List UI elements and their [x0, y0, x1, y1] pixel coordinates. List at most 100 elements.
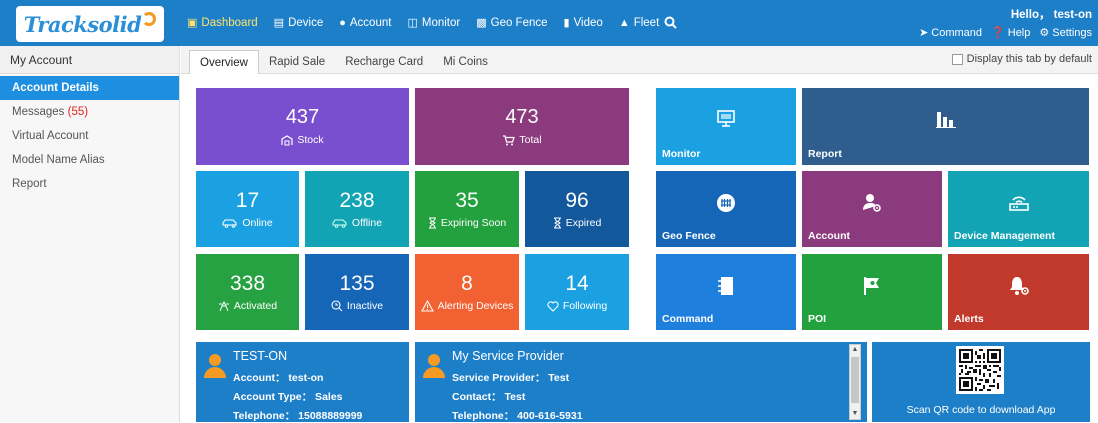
warehouse-icon [281, 134, 293, 145]
scroll-thumb[interactable] [851, 357, 859, 403]
nav-label: Device [288, 17, 324, 29]
search-icon [664, 16, 677, 29]
report-shortcut[interactable]: Report [802, 88, 1089, 165]
stock-label-row: Stock [196, 134, 409, 146]
poi-shortcut[interactable]: POI [802, 254, 942, 330]
sidebar-item-account-details[interactable]: Account Details [0, 76, 179, 100]
sidebar-item-label: Account Details [12, 82, 99, 94]
tab-rapid-sale[interactable]: Rapid Sale [259, 50, 335, 74]
nav-monitor[interactable]: ◫ Monitor [400, 14, 467, 32]
car-off-icon [332, 219, 347, 228]
monitor-icon-wrap [656, 110, 796, 134]
provider-scrollbar[interactable]: ▲ ▼ [849, 344, 861, 420]
tab-mi-coins[interactable]: Mi Coins [433, 50, 498, 74]
user-gear-icon [863, 194, 881, 212]
nav-label: Monitor [421, 17, 461, 29]
nav-account[interactable]: ● Account [332, 14, 398, 32]
tab-recharge-card[interactable]: Recharge Card [335, 50, 433, 74]
account-label: Account [808, 230, 850, 242]
car-icon: ▲ [618, 16, 630, 29]
cart-icon [503, 134, 516, 145]
scroll-down-icon[interactable]: ▼ [850, 409, 860, 419]
alerts-icon-wrap [948, 276, 1089, 302]
default-tab-checkbox[interactable] [951, 53, 963, 65]
send-icon: ➤ [919, 27, 929, 39]
geofence-icon [717, 194, 735, 212]
help-link[interactable]: ❓ Help [991, 26, 1030, 40]
command-link[interactable]: ➤ Command [919, 26, 983, 40]
account-name: TEST-ON [233, 349, 288, 363]
avatar [204, 354, 226, 378]
logo-text: Tracksolid [23, 11, 142, 37]
scroll-up-icon[interactable]: ▲ [850, 345, 860, 355]
sidebar-item-model-name-alias[interactable]: Model Name Alias [0, 148, 179, 172]
flag-icon [864, 277, 879, 295]
poi-label: POI [808, 313, 827, 325]
provider-telephone: Telephone： 400-616-5931 [452, 410, 583, 422]
nav-device[interactable]: ▤ Device [267, 14, 331, 32]
service-provider: Service Provider： Test [452, 372, 570, 384]
geo-fence-shortcut[interactable]: Geo Fence [656, 171, 796, 247]
total-tile[interactable]: 473 Total [415, 88, 629, 165]
account-id: Account： test-on [233, 372, 324, 384]
alerts-label: Alerts [954, 313, 984, 325]
offline-label: Offline [351, 217, 383, 229]
expiring-soon-tile[interactable]: 35 Expiring Soon [415, 171, 519, 247]
messages-count-badge: (55) [67, 106, 89, 118]
account-type: Account Type： Sales [233, 391, 343, 403]
settings-link[interactable]: ⚙ Settings [1039, 26, 1092, 40]
logo-swirl-icon [142, 12, 157, 26]
command-label: Command [662, 313, 714, 325]
gear-icon: ⚙ [1039, 27, 1050, 39]
default-tab-label: Display this tab by default [966, 53, 1092, 65]
total-label: Total [519, 134, 542, 146]
stock-tile[interactable]: 437 Stock [196, 88, 409, 165]
device-icon: ▤ [273, 16, 285, 29]
online-label-row: Online [196, 217, 299, 229]
command-shortcut[interactable]: Command [656, 254, 796, 330]
expired-label-row: Expired [525, 217, 629, 229]
search-button[interactable] [660, 12, 680, 32]
qr-caption: Scan QR code to download App [906, 404, 1056, 416]
nav-fleet[interactable]: ▲ Fleet [612, 14, 666, 32]
tracksolid-logo[interactable]: Tracksolid [16, 6, 164, 42]
help-icon: ❓ [991, 27, 1005, 39]
stock-value: 437 [285, 106, 320, 128]
expired-value: 96 [565, 189, 589, 212]
tab-overview[interactable]: Overview [189, 50, 259, 74]
default-tab-option: Display this tab by default [951, 53, 1092, 65]
sidebar-item-messages[interactable]: Messages (55) [0, 100, 179, 124]
offline-tile[interactable]: 238 Offline [305, 171, 409, 247]
geofence-icon-wrap [656, 193, 796, 219]
geofence-icon: ▩ [476, 16, 487, 29]
nav-dashboard[interactable]: ▣ Dashboard [180, 14, 265, 32]
nav-geo-fence[interactable]: ▩ Geo Fence [469, 14, 554, 32]
bar-chart-icon [935, 112, 956, 128]
activated-value: 338 [229, 272, 266, 295]
sidebar-item-report[interactable]: Report [0, 172, 179, 196]
alerting-devices-tile[interactable]: 8 Alerting Devices [415, 254, 519, 330]
activated-tile[interactable]: 338 Activated [196, 254, 299, 330]
nav-video[interactable]: ▮ Video [557, 14, 610, 32]
expiring-value: 35 [455, 189, 479, 212]
alerting-value: 8 [461, 272, 473, 295]
sidebar-item-virtual-account[interactable]: Virtual Account [0, 124, 179, 148]
account-shortcut[interactable]: Account [802, 171, 942, 247]
monitor-shortcut[interactable]: Monitor [656, 88, 796, 165]
expiring-label: Expiring Soon [440, 217, 507, 229]
nav-label: Video [573, 17, 603, 29]
alerts-shortcut[interactable]: Alerts [948, 254, 1089, 330]
following-tile[interactable]: 14 Following [525, 254, 629, 330]
provider-avatar [423, 354, 445, 378]
expired-tile[interactable]: 96 Expired [525, 171, 629, 247]
inactive-tile[interactable]: 135 Inactive [305, 254, 409, 330]
hourglass-icon [428, 217, 436, 229]
command-label: Command [931, 26, 983, 39]
monitor-icon [717, 110, 735, 127]
video-icon: ▮ [563, 16, 570, 29]
device-management-shortcut[interactable]: Device Management [948, 171, 1089, 247]
expiring-label-row: Expiring Soon [415, 217, 519, 229]
sidebar-item-label: Messages [12, 106, 68, 118]
hourglass-empty-icon [553, 217, 561, 229]
online-tile[interactable]: 17 Online [196, 171, 299, 247]
